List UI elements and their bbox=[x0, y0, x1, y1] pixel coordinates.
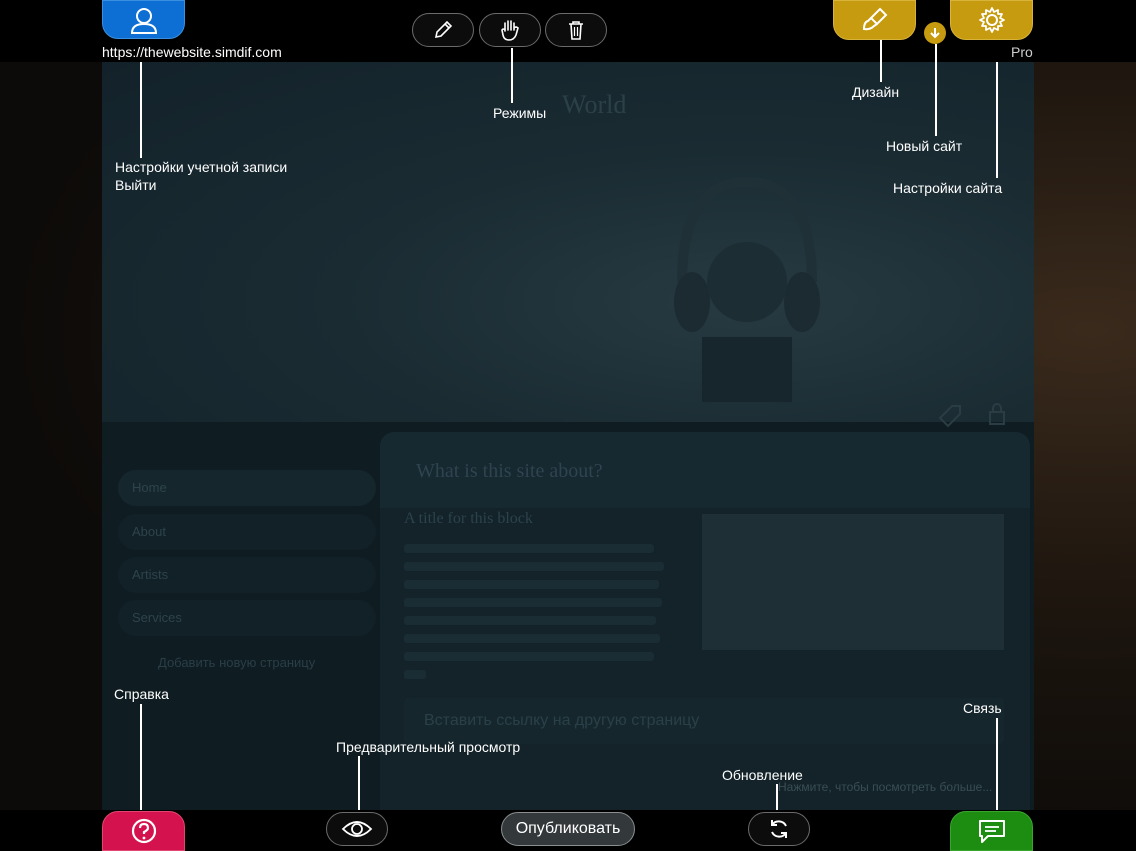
text-line bbox=[404, 634, 660, 643]
design-button[interactable] bbox=[833, 0, 916, 40]
chat-bubble-icon bbox=[978, 820, 1005, 843]
pencil-icon bbox=[434, 20, 453, 39]
text-line bbox=[404, 616, 656, 625]
site-url: https://thewebsite.simdif.com bbox=[102, 44, 282, 60]
card-title: What is this site about? bbox=[416, 460, 603, 482]
delete-mode-button[interactable] bbox=[545, 13, 607, 47]
refresh-button[interactable] bbox=[748, 812, 810, 846]
callout-line-preview bbox=[358, 756, 360, 810]
callout-design: Дизайн bbox=[852, 84, 900, 100]
site-settings-button[interactable] bbox=[950, 0, 1033, 40]
callout-line-site-settings bbox=[996, 62, 998, 178]
text-line bbox=[404, 652, 654, 661]
edit-mode-button[interactable] bbox=[412, 13, 474, 47]
callout-line-account bbox=[140, 62, 142, 158]
callout-modes: Режимы bbox=[493, 105, 547, 121]
nav-item-services: Services bbox=[118, 600, 376, 636]
link-text: Вставить ссылку на другую страницу bbox=[424, 712, 700, 729]
hand-icon bbox=[501, 20, 519, 41]
more-text: Нажмите, чтобы посмотреть больше... bbox=[778, 780, 993, 794]
plan-badge: Pro bbox=[1011, 44, 1033, 60]
callout-line-new-site bbox=[935, 44, 937, 136]
publish-button[interactable]: Опубликовать bbox=[501, 812, 635, 846]
nav-add-page: Добавить новую страницу bbox=[158, 655, 316, 670]
text-line bbox=[404, 598, 662, 607]
brush-icon bbox=[862, 7, 887, 31]
callout-site-settings: Настройки сайта bbox=[893, 180, 1003, 196]
eye-icon bbox=[341, 821, 373, 837]
account-button[interactable] bbox=[102, 0, 185, 39]
callout-new-site: Новый сайт bbox=[886, 138, 963, 154]
nav-item-artists: Artists bbox=[118, 557, 376, 593]
text-line bbox=[404, 562, 664, 571]
callout-contact: Связь bbox=[963, 700, 1002, 716]
arrow-down-circle-icon bbox=[930, 28, 940, 39]
callout-line-design bbox=[880, 40, 882, 82]
callout-line-help bbox=[140, 704, 142, 810]
callout-logout: Выйти bbox=[115, 177, 157, 193]
text-line bbox=[404, 580, 659, 589]
user-icon bbox=[130, 7, 157, 34]
callout-help: Справка bbox=[114, 686, 169, 702]
trash-icon bbox=[569, 21, 583, 40]
hero-tag-lock-icons bbox=[938, 403, 1005, 428]
link-box: Вставить ссылку на другую страницу bbox=[404, 698, 1004, 744]
callout-line-modes bbox=[511, 48, 513, 103]
new-site-button[interactable] bbox=[924, 22, 946, 44]
preview-button[interactable] bbox=[326, 812, 388, 846]
callout-preview: Предварительный просмотр bbox=[336, 739, 521, 755]
callout-refresh: Обновление bbox=[722, 767, 803, 783]
move-mode-button[interactable] bbox=[479, 13, 541, 47]
question-icon bbox=[131, 818, 156, 844]
callout-line-contact bbox=[996, 718, 998, 810]
nav-item-about: About bbox=[118, 514, 376, 550]
headphones-image bbox=[674, 176, 820, 402]
callout-account-settings: Настройки учетной записи bbox=[115, 159, 288, 175]
refresh-icon bbox=[771, 820, 787, 838]
site-title: World bbox=[562, 90, 627, 119]
help-button[interactable] bbox=[102, 811, 185, 851]
gear-icon bbox=[978, 7, 1005, 33]
block-title: A title for this block bbox=[404, 510, 533, 527]
contact-button[interactable] bbox=[950, 811, 1033, 851]
block-image bbox=[702, 514, 1004, 650]
nav-item-home: Home bbox=[118, 470, 376, 506]
callout-line-refresh bbox=[776, 784, 778, 810]
text-line bbox=[404, 670, 426, 679]
text-line bbox=[404, 544, 654, 553]
